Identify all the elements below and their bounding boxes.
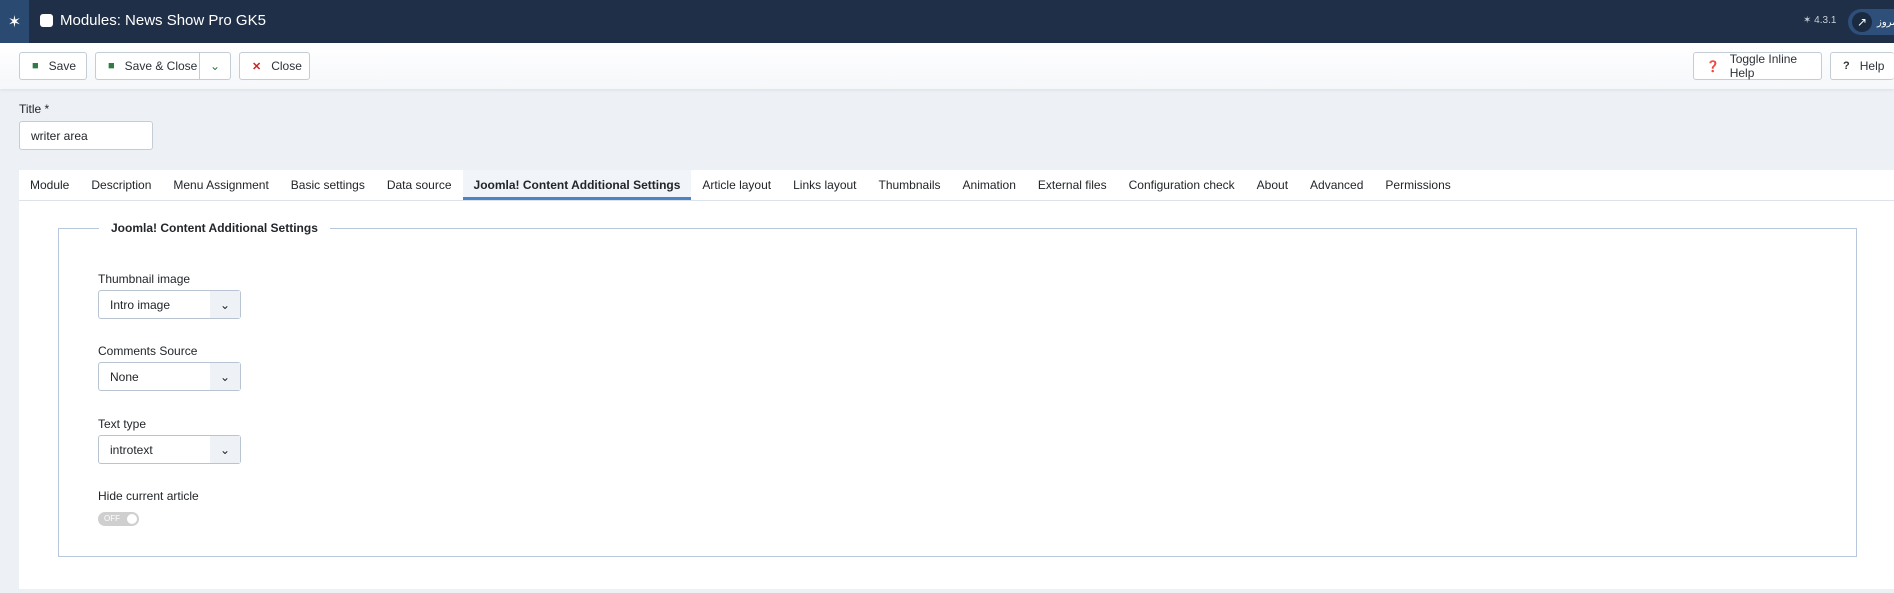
tab-description[interactable]: Description — [80, 170, 162, 200]
tab-module[interactable]: Module — [19, 170, 80, 200]
cube-icon — [40, 14, 53, 27]
save-button[interactable]: ■ Save — [19, 52, 87, 80]
close-button[interactable]: ✕ Close — [239, 52, 310, 80]
tab-permissions[interactable]: Permissions — [1374, 170, 1461, 200]
text-type-select[interactable]: introtext ⌄ — [98, 435, 241, 464]
tab-configuration-check[interactable]: Configuration check — [1118, 170, 1246, 200]
tab-thumbnails[interactable]: Thumbnails — [868, 170, 952, 200]
toggle-inline-help-button[interactable]: ❓ Toggle Inline Help — [1693, 52, 1822, 80]
chevron-down-icon: ⌄ — [210, 363, 240, 390]
chevron-down-icon: ⌄ — [210, 291, 240, 318]
thumbnail-image-select[interactable]: Intro image ⌄ — [98, 290, 241, 319]
tab-basic-settings[interactable]: Basic settings — [280, 170, 376, 200]
help-button[interactable]: ? Help — [1830, 52, 1894, 80]
comments-source-select[interactable]: None ⌄ — [98, 362, 241, 391]
tab-data-source[interactable]: Data source — [376, 170, 463, 200]
settings-fieldset: Joomla! Content Additional Settings Thum… — [58, 221, 1857, 557]
toolbar: ■ Save ■ Save & Close ⌄ ✕ Close ❓ Toggle Inli… — [0, 43, 1894, 89]
chevron-down-icon: ⌄ — [210, 436, 240, 463]
text-type-label: Text type — [98, 417, 147, 431]
page-title: Modules: News Show Pro GK5 — [60, 12, 266, 29]
tab-article-layout[interactable]: Article layout — [691, 170, 782, 200]
version-label: ✶ 4.3.1 — [1803, 15, 1837, 26]
comments-source-label: Comments Source — [98, 344, 198, 358]
tab-joomla-content-additional-settings[interactable]: Joomla! Content Additional Settings — [462, 170, 692, 200]
hide-current-article-toggle[interactable]: OFF — [98, 512, 139, 526]
save-close-button[interactable]: ■ Save & Close ⌄ — [95, 52, 231, 80]
toggle-knob — [127, 514, 137, 524]
question-circle-icon: ❓ — [1706, 60, 1720, 73]
tab-animation[interactable]: Animation — [952, 170, 1027, 200]
header: ✶ Modules: News Show Pro GK5 ✶ 4.3.1 ↗ام… — [0, 0, 1894, 43]
tab-menu-assignment[interactable]: Menu Assignment — [162, 170, 279, 200]
title-input[interactable] — [19, 121, 153, 150]
tab-external-files[interactable]: External files — [1027, 170, 1118, 200]
tab-panel: Joomla! Content Additional Settings Thum… — [19, 201, 1894, 589]
thumbnail-image-label: Thumbnail image — [98, 272, 191, 286]
tab-bar: Module Description Menu Assignment Basic se… — [19, 170, 1894, 201]
tab-advanced[interactable]: Advanced — [1299, 170, 1374, 200]
close-icon: ✕ — [252, 60, 262, 73]
hide-current-article-label: Hide current article — [98, 489, 199, 503]
fieldset-legend: Joomla! Content Additional Settings — [99, 221, 330, 235]
external-link-icon: ↗ — [1852, 12, 1872, 32]
tab-links-layout[interactable]: Links layout — [782, 170, 867, 200]
joomla-logo-icon[interactable]: ✶ — [0, 0, 29, 43]
title-label: Title * — [19, 102, 50, 116]
question-icon: ? — [1843, 60, 1850, 72]
save-icon: ■ — [32, 60, 39, 72]
dropdown-chevron-icon[interactable]: ⌄ — [199, 53, 230, 79]
tab-about[interactable]: About — [1246, 170, 1299, 200]
view-site-button[interactable]: ↗امروز — [1848, 9, 1894, 35]
save-icon: ■ — [108, 60, 115, 72]
